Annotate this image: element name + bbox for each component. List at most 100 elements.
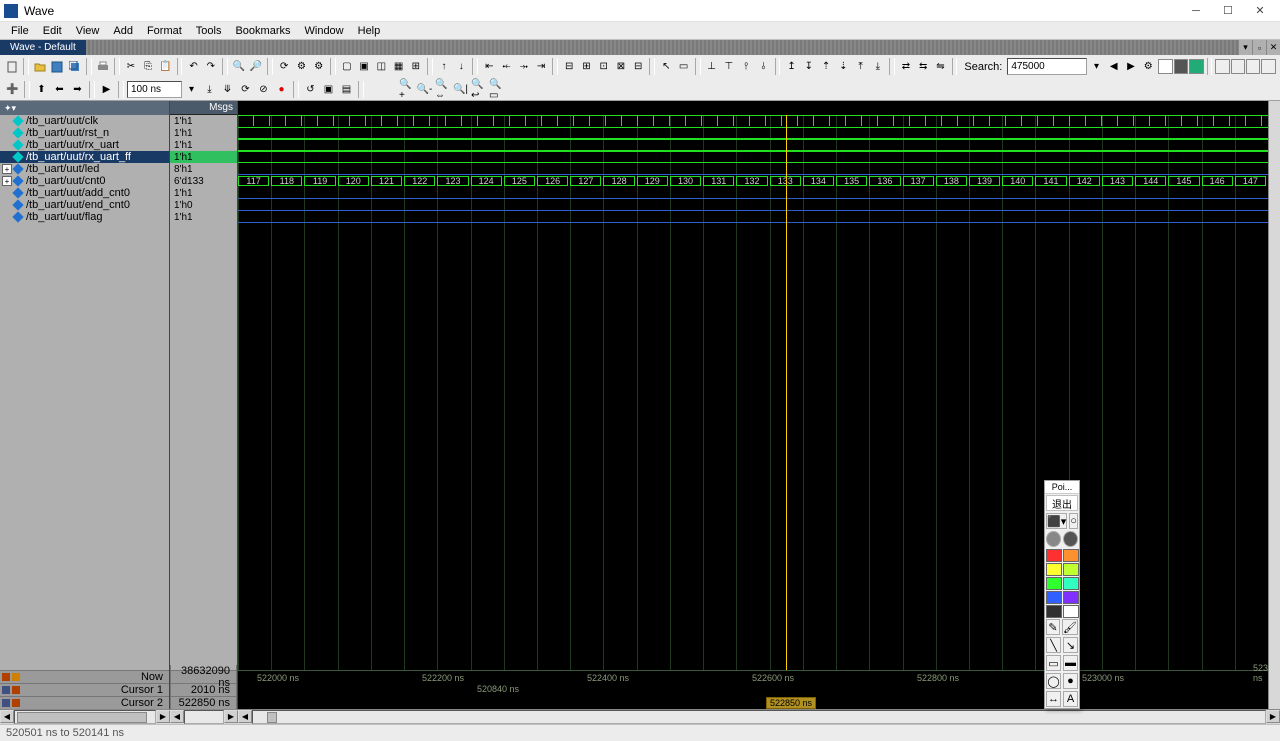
undo-button[interactable]: ↶ xyxy=(185,58,201,75)
tab-max-button[interactable]: ▫ xyxy=(1252,40,1266,55)
mark2-button[interactable]: ⊤ xyxy=(721,58,737,75)
menu-bookmarks[interactable]: Bookmarks xyxy=(228,22,297,39)
palette-exit-button[interactable]: 退出 xyxy=(1046,495,1078,511)
cfg2-button[interactable]: ▤ xyxy=(338,81,355,98)
open-button[interactable] xyxy=(32,58,48,75)
mark4-button[interactable]: ⫰ xyxy=(755,58,771,75)
select-button[interactable]: ▭ xyxy=(675,58,691,75)
signal-row[interactable]: /tb_uart/uut/clk xyxy=(0,115,169,127)
value-cell[interactable]: 1'h1 xyxy=(170,187,237,199)
menu-view[interactable]: View xyxy=(69,22,107,39)
trans2-button[interactable]: ⇆ xyxy=(915,58,931,75)
ellipse-tool-icon[interactable]: ◯ xyxy=(1046,673,1061,689)
pen-tool-icon[interactable]: ✎ xyxy=(1046,619,1060,635)
line-tool-icon[interactable]: ╲ xyxy=(1046,637,1061,653)
sig-scroll-right[interactable]: ▶ xyxy=(156,710,170,723)
search-next-button[interactable]: ▶ xyxy=(1123,58,1139,75)
value-cell[interactable]: 1'h1 xyxy=(170,127,237,139)
trans1-button[interactable]: ⇄ xyxy=(898,58,914,75)
vertical-scrollbar[interactable] xyxy=(1268,101,1280,709)
redo-button[interactable]: ↷ xyxy=(203,58,219,75)
signal-row[interactable]: +/tb_uart/uut/cnt0 xyxy=(0,175,169,187)
group5-button[interactable]: ⊟ xyxy=(630,58,646,75)
paste-button[interactable]: 📋 xyxy=(157,58,173,75)
layout2-button[interactable] xyxy=(1174,59,1188,74)
zoom-range-button[interactable]: 🔍▭ xyxy=(488,81,505,98)
layout7-button[interactable] xyxy=(1261,59,1275,74)
layout4-button[interactable] xyxy=(1215,59,1229,74)
value-cell[interactable]: 6'd133 xyxy=(170,175,237,187)
edge3-button[interactable]: ⇡ xyxy=(818,58,834,75)
step-back-button[interactable]: ⇤ xyxy=(481,58,497,75)
color-swatch[interactable] xyxy=(1063,549,1079,562)
value-hscroll[interactable]: ◀▶ xyxy=(170,710,238,724)
box3-button[interactable]: ◫ xyxy=(373,58,389,75)
color-swatch[interactable] xyxy=(1046,577,1062,590)
signal-row[interactable]: /tb_uart/uut/add_cnt0 xyxy=(0,187,169,199)
menu-edit[interactable]: Edit xyxy=(36,22,69,39)
value-cell[interactable]: 1'h0 xyxy=(170,199,237,211)
cfg1-button[interactable]: ▣ xyxy=(320,81,337,98)
zoom-full-button[interactable]: 🔍⇔ xyxy=(434,81,451,98)
cursor2-box[interactable]: 522850 ns xyxy=(766,697,816,709)
wave-scroll-left[interactable]: ◀ xyxy=(238,710,252,723)
wave-body[interactable]: 1171181191201211221231241251261271281291… xyxy=(238,115,1268,670)
move-tool-icon[interactable]: ↔ xyxy=(1046,691,1061,707)
ellipsefill-tool-icon[interactable]: ● xyxy=(1063,673,1078,689)
signal-row[interactable]: /tb_uart/uut/flag xyxy=(0,211,169,223)
value-list[interactable]: 1'h11'h11'h11'h18'h16'd1331'h11'h01'h1 xyxy=(170,115,237,670)
cursor-line[interactable] xyxy=(786,115,787,670)
layout3-button[interactable] xyxy=(1189,59,1203,74)
mark1-button[interactable]: ⊥ xyxy=(704,58,720,75)
signal-list[interactable]: /tb_uart/uut/clk/tb_uart/uut/rst_n/tb_ua… xyxy=(0,115,169,670)
text-tool-icon[interactable]: A xyxy=(1063,691,1078,707)
color-swatch[interactable] xyxy=(1063,591,1079,604)
reload-button[interactable]: ⟳ xyxy=(276,58,292,75)
group3-button[interactable]: ⊡ xyxy=(596,58,612,75)
color-swatch[interactable] xyxy=(1063,563,1079,576)
gear1-button[interactable]: ⚙ xyxy=(293,58,309,75)
tab-wave-default[interactable]: Wave - Default xyxy=(0,40,86,55)
zoom-input[interactable] xyxy=(127,81,182,98)
value-cell[interactable]: 1'h1 xyxy=(170,211,237,223)
value-cell[interactable]: 1'h1 xyxy=(170,139,237,151)
expand-icon[interactable]: + xyxy=(2,164,12,174)
color-swatch[interactable] xyxy=(1046,591,1062,604)
signal-row[interactable]: /tb_uart/uut/rx_uart_ff xyxy=(0,151,169,163)
color-swatch[interactable] xyxy=(1046,563,1062,576)
wave-scroll-right[interactable]: ▶ xyxy=(1266,710,1280,723)
search-menu-button[interactable]: ▾ xyxy=(1088,58,1104,75)
wave-hscroll[interactable]: ◀ ▶ xyxy=(238,710,1280,724)
edge2-button[interactable]: ↧ xyxy=(801,58,817,75)
nav-right-button[interactable]: ➡ xyxy=(69,81,86,98)
palette-circle1[interactable]: ○ xyxy=(1069,513,1078,529)
mark3-button[interactable]: ⫯ xyxy=(738,58,754,75)
color-swatch[interactable] xyxy=(1063,605,1079,618)
cursor-button[interactable]: ↖ xyxy=(658,58,674,75)
wave-cursor-row-1[interactable]: 520840 ns xyxy=(238,683,1268,696)
signal-row[interactable]: /tb_uart/uut/rst_n xyxy=(0,127,169,139)
close-button[interactable]: ✕ xyxy=(1244,1,1276,21)
box4-button[interactable]: ▦ xyxy=(390,58,406,75)
signal-row[interactable]: /tb_uart/uut/end_cnt0 xyxy=(0,199,169,211)
run-step-button[interactable]: ⤓ xyxy=(201,81,218,98)
color-swatch[interactable] xyxy=(1063,577,1079,590)
palette-dropdown[interactable]: ⬛▾ xyxy=(1046,513,1067,529)
arrow-tool-icon[interactable]: ↘ xyxy=(1063,637,1078,653)
search-prev-button[interactable]: ◀ xyxy=(1106,58,1122,75)
menu-tools[interactable]: Tools xyxy=(189,22,229,39)
save-button[interactable] xyxy=(49,58,65,75)
wave-cursor-row-2[interactable]: 522850 ns xyxy=(238,696,1268,709)
palette-dot2[interactable] xyxy=(1063,531,1078,547)
rect-tool-icon[interactable]: ▭ xyxy=(1046,655,1061,671)
value-cell[interactable]: 1'h1 xyxy=(170,115,237,127)
group1-button[interactable]: ⊟ xyxy=(561,58,577,75)
cut-button[interactable]: ✂ xyxy=(123,58,139,75)
add-wave-button[interactable]: ➕ xyxy=(4,81,21,98)
new-button[interactable] xyxy=(4,58,20,75)
color-swatch[interactable] xyxy=(1046,549,1062,562)
run-all-button[interactable]: ⤋ xyxy=(219,81,236,98)
expand-icon[interactable]: + xyxy=(2,176,12,186)
copy-button[interactable]: ⎘ xyxy=(140,58,156,75)
annotation-palette[interactable]: Poi... 退出 ⬛▾○ ✎🖌 ╲↘ ▭▬ ◯● ↔A xyxy=(1044,480,1080,709)
